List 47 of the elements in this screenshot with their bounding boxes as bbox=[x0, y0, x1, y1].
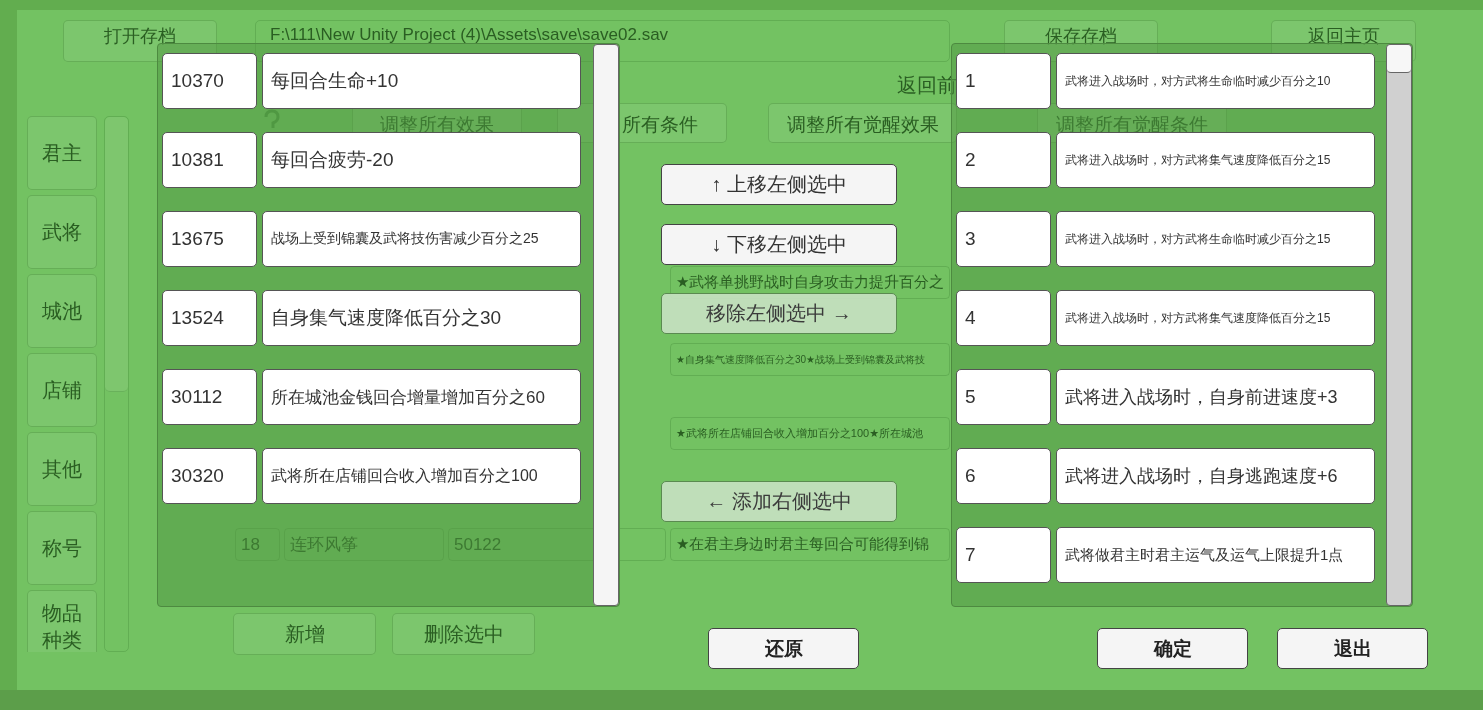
effect-id-field[interactable]: 3 bbox=[956, 211, 1051, 267]
effect-id-field[interactable]: 5 bbox=[956, 369, 1051, 425]
sidebar-item[interactable]: 店铺 bbox=[27, 353, 97, 427]
effect-id-field[interactable]: 2 bbox=[956, 132, 1051, 188]
scrollbar[interactable] bbox=[1386, 44, 1412, 606]
effect-text-field[interactable]: 武将进入战场时，对方武将集气速度降低百分之15 bbox=[1056, 132, 1375, 188]
effect-text-field[interactable]: 战场上受到锦囊及武将技伤害减少百分之25 bbox=[262, 211, 581, 267]
effect-text-field[interactable]: 每回合生命+10 bbox=[262, 53, 581, 109]
effect-id-field[interactable]: 13675 bbox=[162, 211, 257, 267]
effect-id-field[interactable]: 10381 bbox=[162, 132, 257, 188]
confirm-button[interactable]: 确定 bbox=[1097, 628, 1248, 669]
table-cell: ★在君主身边时君主每回合可能得到锦 bbox=[670, 528, 950, 561]
effect-text-field[interactable]: 武将做君主时君主运气及运气上限提升1点 bbox=[1056, 527, 1375, 583]
effect-id-field[interactable]: 30320 bbox=[162, 448, 257, 504]
sidebar-item[interactable]: 城池 bbox=[27, 274, 97, 348]
table-cell: ★自身集气速度降低百分之30★战场上受到锦囊及武将技 bbox=[670, 343, 950, 376]
effect-id-field[interactable]: 10370 bbox=[162, 53, 257, 109]
table-action-button[interactable]: 新增 bbox=[233, 613, 376, 655]
move-button[interactable]: ↑ 上移左侧选中 bbox=[661, 164, 897, 205]
restore-button[interactable]: 还原 bbox=[708, 628, 859, 669]
exit-button[interactable]: 退出 bbox=[1277, 628, 1428, 669]
effect-id-field[interactable]: 7 bbox=[956, 527, 1051, 583]
table-cell: ★武将所在店铺回合收入增加百分之100★所在城池 bbox=[670, 417, 950, 450]
move-button[interactable]: ↓ 下移左侧选中 bbox=[661, 224, 897, 265]
open-save-button[interactable]: 打开存档 bbox=[63, 20, 217, 62]
effect-text-field[interactable]: 武将进入战场时，自身前进速度+3 bbox=[1056, 369, 1375, 425]
back-label[interactable]: 返回前 bbox=[897, 74, 957, 96]
effect-text-field[interactable]: 武将进入战场时，自身逃跑速度+6 bbox=[1056, 448, 1375, 504]
effect-text-field[interactable]: 武将进入战场时，对方武将集气速度降低百分之15 bbox=[1056, 290, 1375, 346]
table-action-button[interactable]: 删除选中 bbox=[392, 613, 535, 655]
effect-text-field[interactable]: 武将进入战场时，对方武将生命临时减少百分之15 bbox=[1056, 211, 1375, 267]
effect-id-field[interactable]: 1 bbox=[956, 53, 1051, 109]
effect-id-field[interactable]: 30112 bbox=[162, 369, 257, 425]
effect-text-field[interactable]: 所在城池金钱回合增量增加百分之60 bbox=[262, 369, 581, 425]
effect-text-field[interactable]: 武将所在店铺回合收入增加百分之100 bbox=[262, 448, 581, 504]
effect-id-field[interactable]: 6 bbox=[956, 448, 1051, 504]
sidebar-item[interactable]: 君主 bbox=[27, 116, 97, 190]
effect-id-field[interactable]: 13524 bbox=[162, 290, 257, 346]
sidebar-item[interactable]: 武将 bbox=[27, 195, 97, 269]
sidebar-item[interactable]: 物品种类 bbox=[27, 590, 97, 652]
effect-text-field[interactable]: 每回合疲劳-20 bbox=[262, 132, 581, 188]
sidebar-item[interactable]: 其他 bbox=[27, 432, 97, 506]
sidebar-item[interactable]: 称号 bbox=[27, 511, 97, 585]
effect-text-field[interactable]: 武将进入战场时，对方武将生命临时减少百分之10 bbox=[1056, 53, 1375, 109]
scrollbar[interactable] bbox=[593, 44, 619, 606]
effect-text-field[interactable]: 自身集气速度降低百分之30 bbox=[262, 290, 581, 346]
effect-id-field[interactable]: 4 bbox=[956, 290, 1051, 346]
